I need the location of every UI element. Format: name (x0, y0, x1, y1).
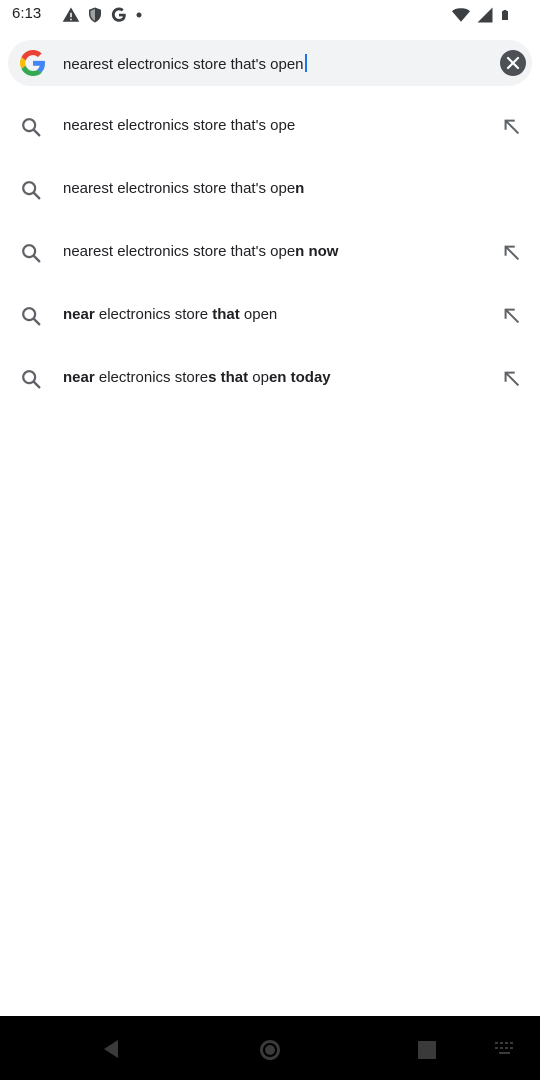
clear-search-button[interactable] (500, 50, 526, 76)
suggestion-item[interactable]: near electronics store that open (0, 284, 540, 347)
search-icon (22, 370, 41, 389)
google-g-icon (111, 7, 126, 22)
suggestion-text: near electronics store that open (63, 306, 278, 323)
dot-icon (136, 12, 142, 18)
keyboard-icon[interactable] (494, 1040, 516, 1058)
home-icon[interactable] (258, 1038, 282, 1062)
search-icon (22, 307, 41, 326)
google-g-icon (20, 50, 45, 76)
wifi-icon (452, 8, 470, 22)
search-query-text: nearest electronics store that's open (63, 56, 304, 73)
suggestion-text: nearest electronics store that's open no… (63, 243, 339, 260)
shield-icon (89, 7, 101, 23)
text-caret (304, 54, 307, 72)
suggestion-text: nearest electronics store that's open (63, 180, 305, 197)
search-icon (22, 181, 41, 200)
fill-query-arrow-icon[interactable] (501, 116, 523, 138)
screen: 6:13 nearest electronics store that's op… (0, 0, 540, 1080)
status-icons-left (62, 6, 144, 24)
suggestion-text: nearest electronics store that's ope (63, 117, 296, 134)
search-input[interactable]: nearest electronics store that's open (63, 54, 307, 73)
suggestion-item[interactable]: nearest electronics store that's open no… (0, 221, 540, 284)
status-bar: 6:13 (0, 0, 540, 30)
status-icons-right (452, 6, 512, 24)
search-icon (22, 118, 41, 137)
close-icon (506, 56, 520, 70)
recents-icon[interactable] (417, 1040, 437, 1060)
back-icon[interactable] (100, 1038, 122, 1060)
search-icon (22, 244, 41, 263)
suggestion-item[interactable]: nearest electronics store that's open (0, 158, 540, 221)
warning-icon (62, 7, 80, 22)
status-time: 6:13 (12, 5, 42, 22)
fill-query-arrow-icon[interactable] (501, 305, 523, 327)
fill-query-arrow-icon[interactable] (501, 242, 523, 264)
search-bar[interactable]: nearest electronics store that's open (8, 40, 532, 86)
battery-icon (502, 10, 508, 20)
suggestion-text: near electronics stores that open today (63, 369, 331, 386)
navigation-bar (0, 1016, 540, 1080)
signal-icon (477, 7, 493, 23)
suggestion-item[interactable]: near electronics stores that open today (0, 347, 540, 410)
suggestion-list: nearest electronics store that's ope nea… (0, 95, 540, 410)
fill-query-arrow-icon[interactable] (501, 368, 523, 390)
suggestion-item[interactable]: nearest electronics store that's ope (0, 95, 540, 158)
